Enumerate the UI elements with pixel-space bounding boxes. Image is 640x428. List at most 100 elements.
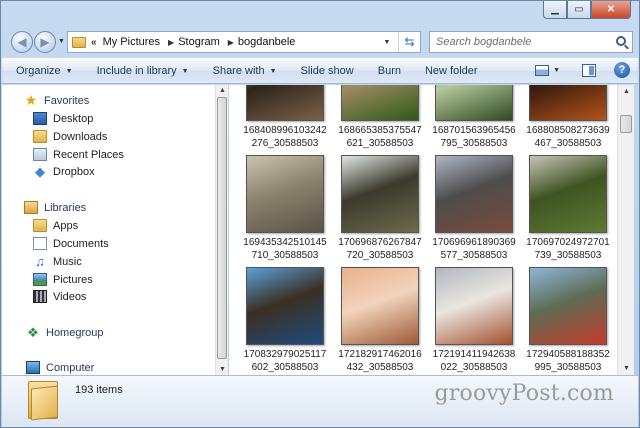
nav-label: Dropbox — [53, 165, 95, 178]
file-name-line: 168808508273639 — [526, 125, 610, 136]
file-name-line: 170832979025117 — [243, 349, 327, 360]
documents-icon — [33, 237, 47, 250]
nav-label: Music — [53, 255, 82, 268]
breadcrumb-segment[interactable]: My Pictures — [103, 36, 160, 48]
organize-menu[interactable]: Organize ▼ — [16, 65, 73, 77]
image-thumbnail — [435, 267, 513, 345]
file-name: 168808508273639 467_30588503 — [521, 124, 615, 150]
nav-music[interactable]: ♫ Music — [33, 255, 82, 268]
file-name-line: 168408996103242 — [243, 125, 327, 136]
nav-label: Libraries — [44, 201, 87, 214]
back-button[interactable]: ◀ — [11, 31, 33, 53]
chevron-right-icon[interactable]: ▶ — [168, 38, 174, 47]
scroll-down-icon[interactable]: ▼ — [219, 366, 226, 373]
file-name: 170697024972701 739_30588503 — [521, 236, 615, 262]
share-with-menu[interactable]: Share with ▼ — [213, 65, 277, 77]
music-icon: ♫ — [35, 254, 45, 269]
image-thumbnail — [435, 155, 513, 233]
file-name-line: 577_30588503 — [440, 250, 508, 261]
search-input[interactable] — [436, 36, 611, 48]
nav-label: Computer — [46, 361, 95, 374]
scroll-down-icon[interactable]: ▼ — [623, 365, 630, 372]
image-thumbnail — [341, 267, 419, 345]
item-count: 193 items — [75, 384, 123, 396]
nav-computer[interactable]: Computer — [26, 361, 94, 374]
refresh-icon[interactable]: ⇆ — [398, 32, 420, 52]
nav-label: Homegroup — [46, 326, 104, 339]
view-dropdown[interactable]: ▼ — [553, 67, 560, 74]
file-name-line: 621_30588503 — [346, 138, 414, 149]
change-view-icon[interactable] — [535, 64, 550, 76]
image-thumbnail — [529, 155, 607, 233]
content-scrollbar[interactable]: ▲ ▼ — [617, 85, 634, 375]
recent-places-icon — [33, 148, 47, 161]
nav-label: Desktop — [53, 112, 94, 125]
include-in-library-menu[interactable]: Include in library ▼ — [97, 65, 189, 77]
nav-apps[interactable]: Apps — [33, 219, 78, 232]
help-icon[interactable]: ? — [614, 62, 630, 78]
videos-icon — [33, 290, 47, 303]
dropbox-icon: ◆ — [35, 164, 45, 179]
file-name-line: 168665385375547 — [338, 125, 422, 136]
breadcrumb-segment[interactable]: Stogram — [178, 36, 220, 48]
desktop-icon — [33, 112, 47, 125]
minimize-button[interactable]: ▁ — [543, 1, 567, 19]
forward-button[interactable]: ▶ — [34, 31, 56, 53]
scroll-thumb[interactable] — [620, 115, 632, 133]
file-name-line: 995_30588503 — [534, 362, 602, 373]
slide-show-button[interactable]: Slide show — [301, 65, 354, 77]
maximize-button[interactable]: ▭ — [567, 1, 591, 19]
file-name: 170696961890369 577_30588503 — [427, 236, 521, 262]
file-name: 168701563965456 795_30588503 — [427, 124, 521, 150]
scroll-up-icon[interactable]: ▲ — [623, 88, 630, 95]
nav-libraries[interactable]: Libraries — [24, 201, 86, 214]
nav-downloads[interactable]: Downloads — [33, 130, 107, 143]
nav-scrollbar[interactable]: ▲ ▼ — [215, 85, 228, 375]
search-box[interactable] — [429, 31, 633, 53]
details-pane: 193 items groovyPost.com — [2, 375, 638, 427]
nav-videos[interactable]: Videos — [33, 290, 86, 303]
nav-dropbox[interactable]: ◆ Dropbox — [33, 165, 95, 178]
search-icon[interactable] — [616, 36, 626, 46]
burn-button[interactable]: Burn — [378, 65, 401, 77]
file-name: 168665385375547 621_30588503 — [333, 124, 427, 150]
file-name-line: 169435342510145 — [243, 237, 327, 248]
recent-pages-dropdown[interactable]: ▼ — [58, 38, 65, 45]
computer-icon — [26, 361, 40, 374]
scroll-up-icon[interactable]: ▲ — [219, 87, 226, 94]
nav-pictures[interactable]: Pictures — [33, 273, 93, 286]
file-name: 169435342510145 710_30588503 — [238, 236, 332, 262]
image-thumbnail — [341, 155, 419, 233]
file-name-line: 467_30588503 — [534, 138, 602, 149]
image-thumbnail — [529, 267, 607, 345]
libraries-icon — [24, 201, 38, 214]
nav-favorites[interactable]: ★ Favorites — [24, 92, 90, 108]
image-thumbnail — [246, 85, 324, 121]
new-folder-button[interactable]: New folder — [425, 65, 478, 77]
star-icon: ★ — [24, 92, 38, 108]
file-name-line: 168701563965456 — [432, 125, 516, 136]
folder-icon — [28, 381, 58, 421]
address-overflow-chevron[interactable]: « — [91, 37, 97, 48]
nav-documents[interactable]: Documents — [33, 237, 109, 250]
nav-label: Apps — [53, 219, 79, 232]
address-dropdown[interactable]: ▼ — [380, 32, 394, 52]
nav-label: Downloads — [53, 130, 108, 143]
nav-recent-places[interactable]: Recent Places — [33, 148, 124, 161]
scroll-thumb[interactable] — [217, 97, 227, 359]
chevron-down-icon: ▼ — [269, 67, 277, 75]
file-name: 168408996103242 276_30588503 — [238, 124, 332, 150]
preview-pane-icon[interactable] — [582, 63, 596, 77]
address-bar[interactable]: « My Pictures ▶ Stogram ▶ bogdanbele ▼ ⇆ — [67, 31, 421, 53]
close-button[interactable]: ✕ — [591, 1, 631, 19]
view-controls: ▼ ? — [535, 62, 630, 78]
image-thumbnail — [435, 85, 513, 121]
navigation-pane: ★ Favorites Desktop Downloads Recent Plac… — [2, 85, 215, 375]
chevron-right-icon[interactable]: ▶ — [228, 38, 234, 47]
nav-homegroup[interactable]: ❖ Homegroup — [26, 326, 103, 339]
image-thumbnail — [341, 85, 419, 121]
downloads-folder-icon — [33, 130, 47, 143]
nav-desktop[interactable]: Desktop — [33, 112, 93, 125]
file-name-line: 276_30588503 — [251, 138, 319, 149]
breadcrumb-segment[interactable]: bogdanbele — [238, 36, 296, 48]
